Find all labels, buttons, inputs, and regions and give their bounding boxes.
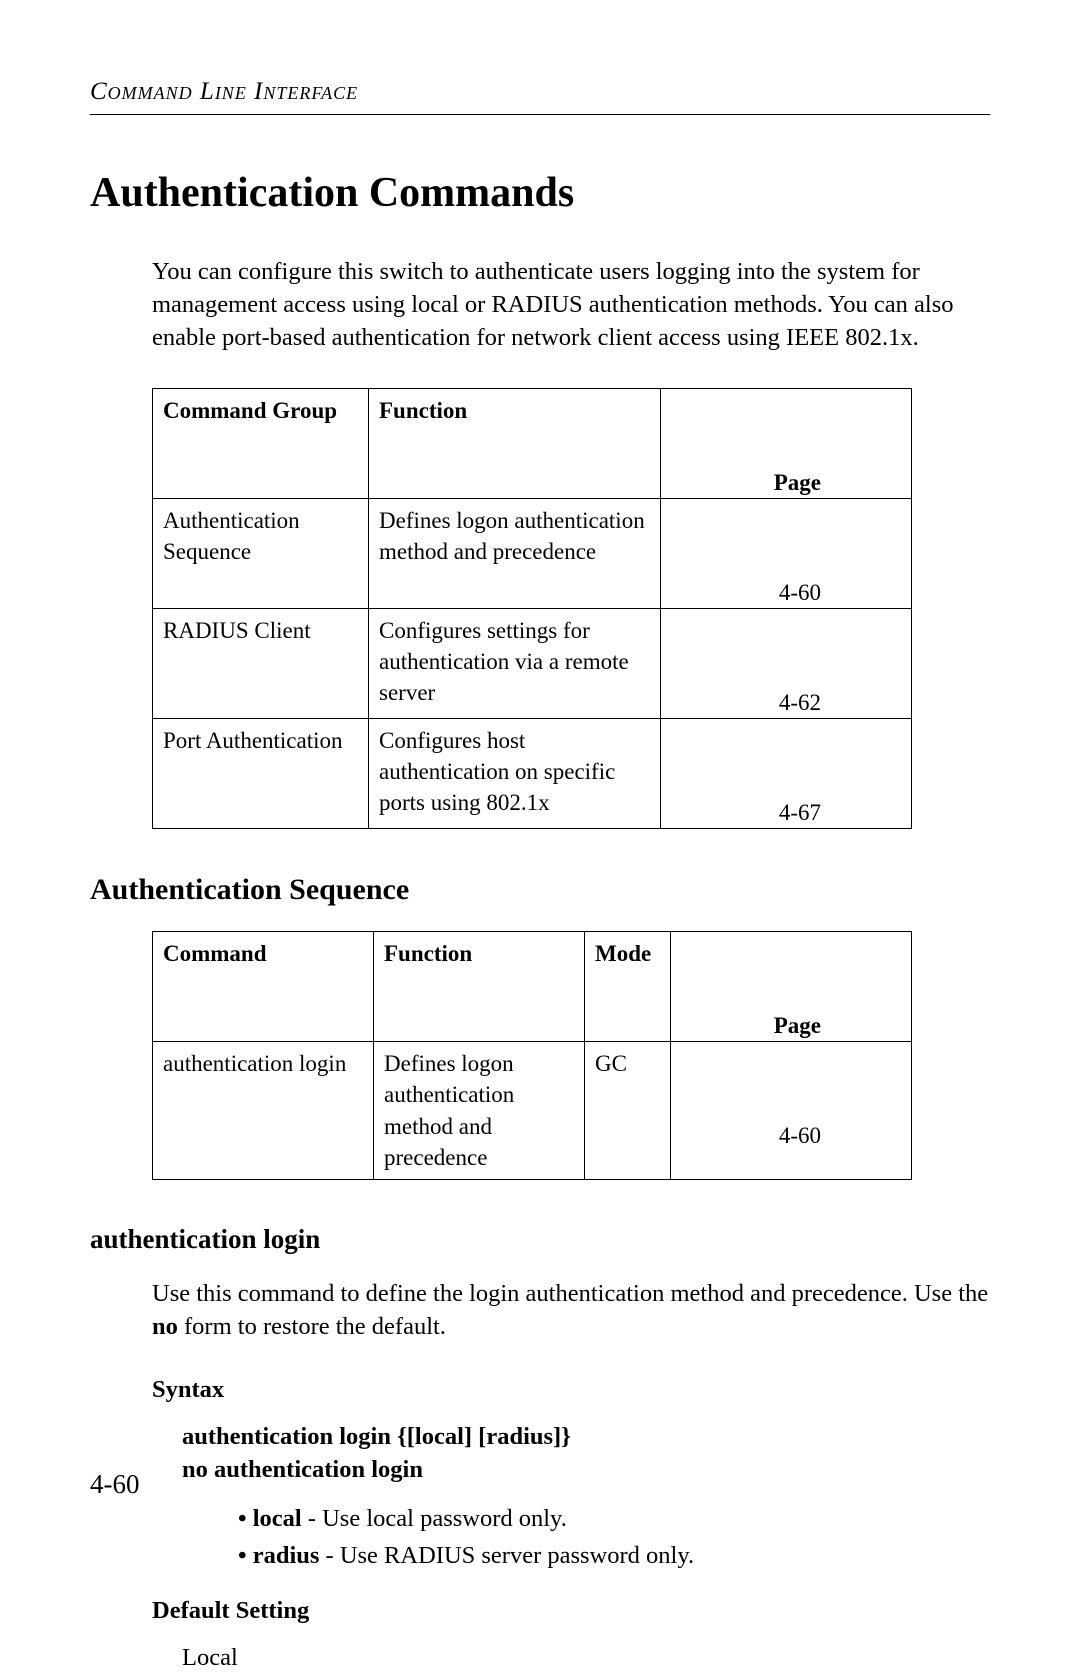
syntax-line: authentication login {[local] [radius]} bbox=[182, 1420, 990, 1453]
command-group-table: Command Group Function Page Authenticati… bbox=[152, 388, 912, 829]
page-header: Command Line Interface bbox=[90, 78, 990, 115]
list-item: local - Use local password only. bbox=[238, 1502, 990, 1535]
intro-paragraph: You can configure this switch to authent… bbox=[152, 255, 990, 354]
table-row: Authentication Sequence Defines logon au… bbox=[153, 499, 912, 609]
th-function: Function bbox=[374, 932, 585, 1042]
table-row: RADIUS Client Configures settings for au… bbox=[153, 609, 912, 719]
cell-command: authentication login bbox=[153, 1042, 374, 1179]
th-mode: Mode bbox=[585, 932, 671, 1042]
page-title: Authentication Commands bbox=[90, 169, 990, 217]
page-number: 4-60 bbox=[90, 1469, 140, 1500]
th-page: Page bbox=[671, 932, 912, 1042]
th-command: Command bbox=[153, 932, 374, 1042]
cell-group: Port Authentication bbox=[153, 719, 369, 829]
th-function: Function bbox=[369, 389, 661, 499]
default-setting-value: Local bbox=[182, 1641, 990, 1674]
syntax-line: no authentication login bbox=[182, 1453, 990, 1486]
cell-group: RADIUS Client bbox=[153, 609, 369, 719]
cell-function: Defines logon authentication method and … bbox=[369, 499, 661, 609]
cell-function: Configures host authentication on specif… bbox=[369, 719, 661, 829]
th-command-group: Command Group bbox=[153, 389, 369, 499]
cell-group: Authentication Sequence bbox=[153, 499, 369, 609]
syntax-lines: authentication login {[local] [radius]} … bbox=[182, 1420, 990, 1486]
list-item: radius - Use RADIUS server password only… bbox=[238, 1539, 990, 1572]
option-desc: - Use RADIUS server password only. bbox=[319, 1542, 694, 1569]
cell-page: 4-67 bbox=[661, 719, 912, 829]
desc-pre: Use this command to define the login aut… bbox=[152, 1280, 988, 1307]
cell-mode: GC bbox=[585, 1042, 671, 1179]
cell-page: 4-60 bbox=[661, 499, 912, 609]
cell-page: 4-62 bbox=[661, 609, 912, 719]
desc-bold: no bbox=[152, 1313, 178, 1340]
option-name: radius bbox=[253, 1542, 320, 1569]
th-page: Page bbox=[661, 389, 912, 499]
option-name: local bbox=[253, 1505, 302, 1532]
desc-post: form to restore the default. bbox=[178, 1313, 446, 1340]
option-desc: - Use local password only. bbox=[302, 1505, 567, 1532]
command-table: Command Function Mode Page authenticatio… bbox=[152, 931, 912, 1179]
section-auth-login: authentication login bbox=[90, 1224, 990, 1255]
table-row: authentication login Defines logon authe… bbox=[153, 1042, 912, 1179]
default-setting-label: Default Setting bbox=[152, 1594, 990, 1627]
cell-page: 4-60 bbox=[671, 1042, 912, 1179]
syntax-label: Syntax bbox=[152, 1373, 990, 1406]
syntax-options-list: local - Use local password only. radius … bbox=[182, 1502, 990, 1572]
cell-function: Configures settings for authentication v… bbox=[369, 609, 661, 719]
section-auth-sequence: Authentication Sequence bbox=[90, 873, 990, 907]
table-row: Port Authentication Configures host auth… bbox=[153, 719, 912, 829]
command-description: Use this command to define the login aut… bbox=[152, 1277, 990, 1343]
cell-function: Defines logon authentication method and … bbox=[374, 1042, 585, 1179]
